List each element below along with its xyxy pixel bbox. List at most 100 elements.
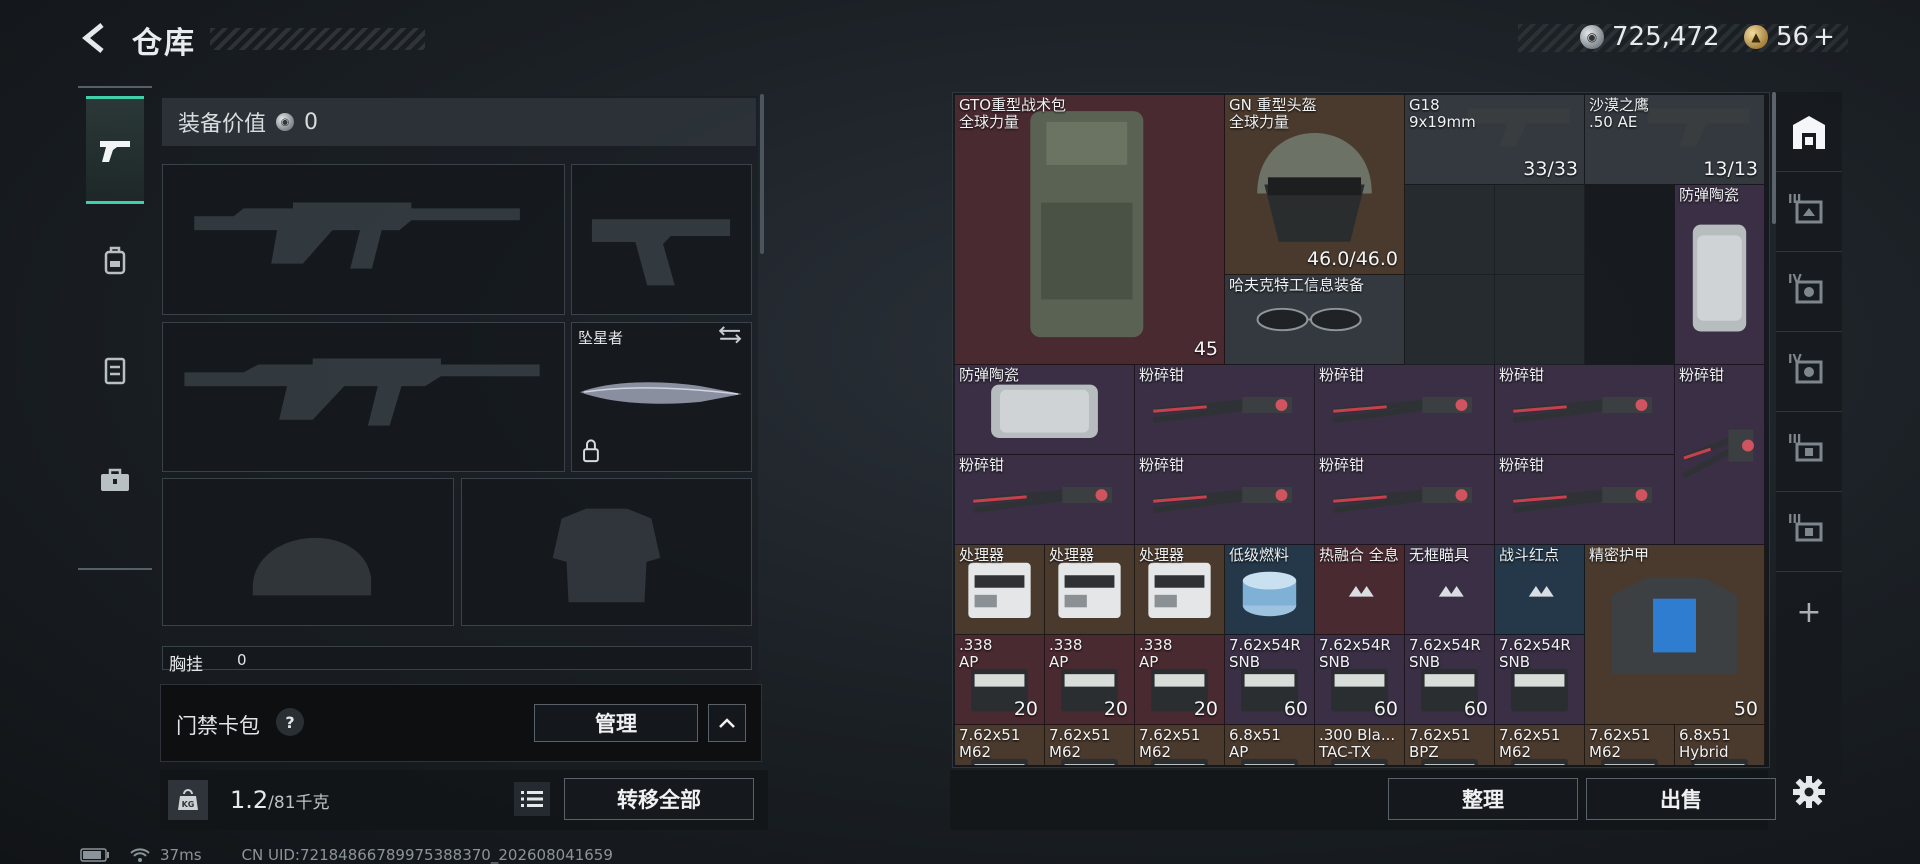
melee-slot[interactable]: 坠星者 (571, 322, 752, 472)
rail-container-2[interactable]: IV (1776, 252, 1842, 332)
inventory-item[interactable]: 7.62x54R SNB (1495, 635, 1585, 725)
list-view-button[interactable] (514, 782, 550, 816)
chest-rig-value: 0 (237, 651, 247, 669)
inventory-item[interactable]: 精密护甲 50 (1585, 545, 1765, 725)
inventory-item[interactable]: 7.62x51 M62 (1495, 725, 1585, 765)
inventory-item[interactable]: 粉碎钳 (955, 455, 1135, 545)
inventory-item[interactable]: 沙漠之鹰 .50 AE 13/13 (1585, 95, 1765, 185)
item-name-text: 7.62x54R (1319, 636, 1391, 654)
item-name: G18 9x19mm (1409, 97, 1476, 131)
equipment-scrollbar[interactable] (760, 94, 764, 254)
item-name: .338 AP (1049, 637, 1082, 671)
secondary-weapon-slot[interactable] (571, 164, 752, 315)
inventory-item[interactable]: 无框瞄具 (1405, 545, 1495, 635)
inventory-item[interactable]: 7.62x51 M62 (1135, 725, 1225, 765)
sort-button[interactable]: 整理 (1388, 778, 1578, 820)
item-name-text: 粉碎钳 (1499, 366, 1545, 384)
item-name-text: 战斗红点 (1499, 546, 1560, 564)
inventory-item[interactable]: GN 重型头盔 全球力量 46.0/46.0 (1225, 95, 1405, 275)
inventory-item[interactable]: 粉碎钳 (1315, 365, 1495, 455)
item-name: 6.8x51 AP (1229, 727, 1281, 761)
item-name-text: 防弹陶瓷 (959, 366, 1020, 384)
inventory-item[interactable]: 处理器 (1135, 545, 1225, 635)
rail-container-3[interactable]: IV (1776, 332, 1842, 412)
title-decoration (210, 28, 425, 50)
inventory-item[interactable]: 6.8x51 Hybrid (1675, 725, 1765, 765)
inventory-item[interactable]: GTO重型战术包 全球力量 45 (955, 95, 1225, 365)
armor-slot[interactable] (461, 478, 752, 626)
inventory-item[interactable]: 处理器 (955, 545, 1045, 635)
inventory-item[interactable]: 粉碎钳 (1135, 365, 1315, 455)
item-name-text: 粉碎钳 (1499, 456, 1545, 474)
tier-label: IV (1788, 272, 1802, 286)
inventory-item[interactable]: 7.62x51 M62 (955, 725, 1045, 765)
inventory-item[interactable]: 处理器 (1045, 545, 1135, 635)
inventory-grid: GTO重型战术包 全球力量 45 GN 重型头盔 全球力量 46.0/46.0 G18 9x1… (955, 95, 1765, 765)
rail-container-4[interactable]: III (1776, 412, 1842, 492)
inventory-item[interactable]: 粉碎钳 (1495, 455, 1675, 545)
inventory-item[interactable]: .300 Bla... TAC-TX (1315, 725, 1405, 765)
item-name-text: 7.62x51 (1049, 726, 1111, 744)
tab-case[interactable] (86, 426, 144, 534)
item-count: 20 (1193, 698, 1218, 720)
collapse-button[interactable] (708, 704, 746, 742)
inventory-item[interactable]: 粉碎钳 (1315, 455, 1495, 545)
silver-currency-amount: 725,472 (1612, 22, 1720, 52)
item-count: 60 (1463, 698, 1488, 720)
back-button[interactable] (78, 20, 112, 56)
inventory-item[interactable]: 粉碎钳 (1135, 455, 1315, 545)
inventory-item[interactable]: 热融合 全息 (1315, 545, 1405, 635)
item-name-text: .338 (1049, 636, 1083, 654)
tab-vest[interactable] (86, 316, 144, 424)
item-name: 7.62x51 M62 (1139, 727, 1200, 761)
empty-cell[interactable] (1495, 185, 1585, 275)
inventory-item[interactable]: 低级燃料 (1225, 545, 1315, 635)
sell-button[interactable]: 出售 (1586, 778, 1776, 820)
chest-rig-slot[interactable]: 胸挂 0 (162, 646, 752, 675)
inventory-item[interactable]: .338 AP 20 (1045, 635, 1135, 725)
manage-button[interactable]: 管理 (534, 704, 698, 742)
inventory-item[interactable]: 7.62x54R SNB 60 (1225, 635, 1315, 725)
settings-button[interactable] (1776, 752, 1842, 832)
tab-backpack[interactable] (86, 206, 144, 314)
add-container-button[interactable]: + (1776, 572, 1842, 652)
rail-container-1[interactable]: III (1776, 172, 1842, 252)
rail-warehouse[interactable] (1776, 92, 1842, 172)
inventory-item[interactable]: 7.62x51 BPZ (1405, 725, 1495, 765)
item-name: 粉碎钳 (1139, 367, 1184, 384)
empty-cell[interactable] (1405, 275, 1495, 365)
keycard-help-button[interactable]: ? (276, 708, 304, 736)
inventory-item[interactable]: 哈夫克特工信息装备 (1225, 275, 1405, 365)
inventory-item[interactable]: 防弹陶瓷 (1675, 185, 1765, 365)
inventory-item[interactable]: 粉碎钳 (1495, 365, 1675, 455)
inventory-item[interactable]: 7.62x51 M62 (1045, 725, 1135, 765)
primary-weapon-slot-1[interactable] (162, 164, 565, 315)
inventory-item[interactable]: .338 AP 20 (1135, 635, 1225, 725)
item-name-text: 6.8x51 (1679, 726, 1731, 744)
item-count: 60 (1373, 698, 1398, 720)
primary-weapon-slot-2[interactable] (162, 322, 565, 472)
inventory-item[interactable]: 粉碎钳 (1675, 365, 1765, 545)
item-name: 处理器 (1139, 547, 1184, 564)
inventory-item[interactable]: 战斗红点 (1495, 545, 1585, 635)
rail-container-5[interactable]: III (1776, 492, 1842, 572)
empty-cell[interactable] (1495, 275, 1585, 365)
add-gold-icon[interactable]: + (1813, 22, 1835, 52)
inventory-item[interactable]: 7.62x54R SNB 60 (1315, 635, 1405, 725)
inventory-item[interactable]: .338 AP 20 (955, 635, 1045, 725)
item-name: 热融合 全息 (1319, 547, 1399, 564)
inventory-item[interactable]: G18 9x19mm 33/33 (1405, 95, 1585, 185)
transfer-all-button[interactable]: 转移全部 (564, 778, 754, 820)
empty-cell[interactable] (1405, 185, 1495, 275)
item-name: 粉碎钳 (959, 457, 1004, 474)
gold-currency-amount: 56 (1776, 22, 1810, 52)
helmet-slot[interactable] (162, 478, 454, 626)
battery-icon (80, 848, 109, 862)
gold-currency[interactable]: ▲ 56 + (1744, 20, 1835, 54)
tab-weapons[interactable] (86, 96, 144, 204)
inventory-item[interactable]: 6.8x51 AP (1225, 725, 1315, 765)
pistol-icon (100, 141, 130, 162)
inventory-item[interactable]: 7.62x54R SNB 60 (1405, 635, 1495, 725)
inventory-item[interactable]: 7.62x51 M62 (1585, 725, 1675, 765)
inventory-item[interactable]: 防弹陶瓷 (955, 365, 1135, 455)
